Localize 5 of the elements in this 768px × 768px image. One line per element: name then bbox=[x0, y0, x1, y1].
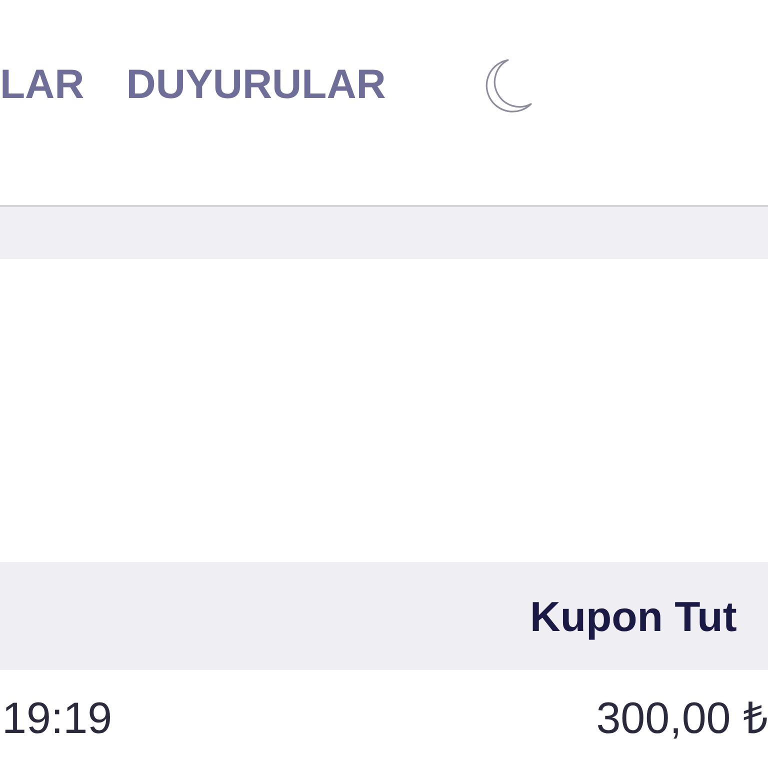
nav-link[interactable]: DUYURULAR bbox=[126, 64, 386, 105]
nav-link[interactable]: LAR bbox=[0, 64, 84, 105]
table-cell-text: 300,00 ₺ bbox=[596, 693, 768, 745]
table-cell-text: 19:19 bbox=[1, 693, 112, 745]
column-heading: Kupon Tut bbox=[530, 592, 737, 642]
